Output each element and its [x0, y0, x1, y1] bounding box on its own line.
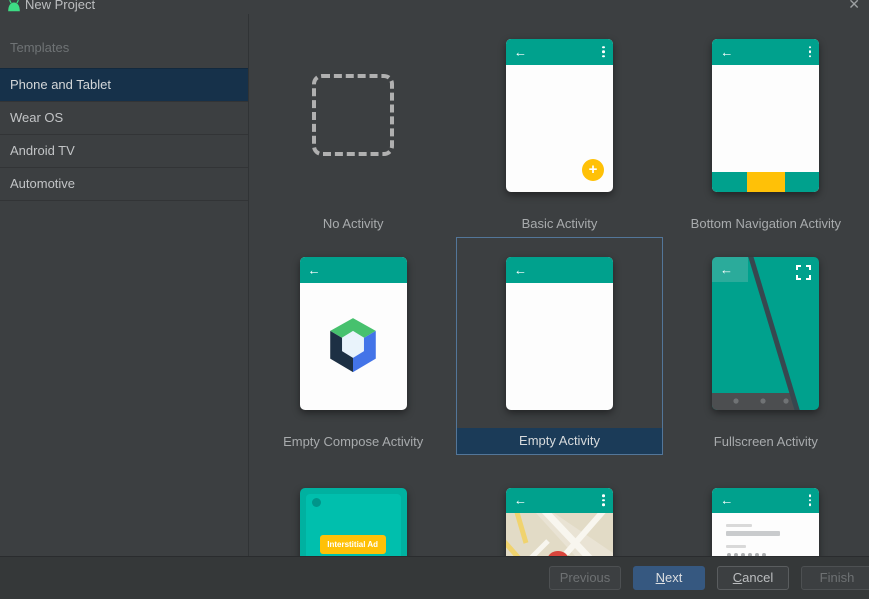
- template-grid: No Activity ← + Basic Activity ← Bottom …: [250, 14, 869, 556]
- template-gallery: No Activity ← + Basic Activity ← Bottom …: [250, 14, 869, 556]
- kebab-menu-icon: [808, 493, 812, 507]
- sidebar-item-automotive[interactable]: Automotive: [0, 167, 248, 201]
- tile-no-activity[interactable]: No Activity: [250, 19, 456, 237]
- login-activity-preview: ←: [712, 487, 820, 556]
- fullscreen-expand-icon: [796, 264, 812, 280]
- tile-label: Bottom Navigation Activity: [690, 216, 841, 231]
- tile-fullscreen-activity[interactable]: ← Fullscreen Activity: [663, 237, 869, 455]
- fab-plus-icon: +: [581, 158, 604, 181]
- empty-activity-preview: ←: [505, 256, 613, 410]
- bottom-nav-bar: [712, 171, 820, 192]
- kebab-menu-icon: [602, 493, 605, 507]
- interstitial-ad-badge: Interstitial Ad: [319, 534, 386, 554]
- tile-admob-ads-activity[interactable]: Interstitial Ad: [250, 455, 456, 556]
- tile-label: Basic Activity: [521, 216, 598, 231]
- tile-bottom-navigation-activity[interactable]: ← Bottom Navigation Activity: [663, 19, 869, 237]
- jetpack-compose-logo-icon: [326, 283, 380, 410]
- tile-google-maps-activity[interactable]: ←: [456, 455, 662, 556]
- map-preview-graphic: [505, 505, 613, 556]
- next-button[interactable]: Next: [633, 566, 705, 590]
- back-arrow-icon: ←: [513, 492, 527, 508]
- kebab-menu-icon: [602, 45, 605, 59]
- no-activity-placeholder-icon: [312, 74, 395, 156]
- tile-label: Fullscreen Activity: [713, 434, 818, 449]
- close-icon[interactable]: ✕: [848, 0, 860, 13]
- dialog-title: New Project: [25, 0, 96, 12]
- tile-basic-activity[interactable]: ← + Basic Activity: [456, 19, 662, 237]
- admob-ads-preview: Interstitial Ad: [299, 487, 407, 556]
- previous-button[interactable]: Previous: [549, 566, 621, 590]
- sidebar-list: Phone and Tablet Wear OS Android TV Auto…: [0, 68, 248, 201]
- sidebar-item-wear-os[interactable]: Wear OS: [0, 101, 248, 134]
- kebab-menu-icon: [808, 45, 812, 59]
- back-arrow-icon: ←: [720, 492, 734, 508]
- tile-login-activity[interactable]: ←: [663, 455, 869, 556]
- back-arrow-icon: ←: [513, 44, 527, 59]
- sidebar-section-label: Templates: [10, 40, 70, 55]
- dialog-footer: Previous Next Cancel Finish: [0, 556, 869, 599]
- templates-sidebar: Templates Phone and Tablet Wear OS Andro…: [0, 14, 249, 556]
- sidebar-item-phone-and-tablet[interactable]: Phone and Tablet: [0, 68, 248, 101]
- svg-text:←: ←: [720, 262, 733, 277]
- tile-empty-compose-activity[interactable]: ← Empty Compose Activity: [250, 237, 456, 455]
- tile-empty-activity[interactable]: ← Empty Activity: [456, 237, 663, 455]
- tile-label: Empty Compose Activity: [283, 434, 424, 449]
- sidebar-item-android-tv[interactable]: Android TV: [0, 134, 248, 167]
- new-project-dialog: New Project ✕ Templates Phone and Tablet…: [0, 0, 869, 599]
- tile-label: No Activity: [322, 216, 384, 231]
- back-arrow-icon: ←: [513, 262, 527, 277]
- finish-button[interactable]: Finish: [801, 566, 869, 590]
- bottom-navigation-preview: ←: [712, 38, 820, 192]
- back-arrow-icon: ←: [307, 262, 321, 277]
- dialog-titlebar: New Project ✕: [0, 0, 869, 14]
- android-logo-icon: [7, 0, 21, 17]
- basic-activity-preview: ← +: [505, 38, 613, 192]
- cancel-button[interactable]: Cancel: [717, 566, 789, 590]
- fullscreen-activity-preview: ←: [712, 256, 820, 410]
- empty-compose-preview: ←: [299, 256, 407, 410]
- tile-label: Empty Activity: [457, 428, 662, 454]
- google-maps-preview: ←: [505, 487, 613, 556]
- camera-dot-icon: [311, 497, 321, 507]
- back-arrow-icon: ←: [720, 44, 734, 59]
